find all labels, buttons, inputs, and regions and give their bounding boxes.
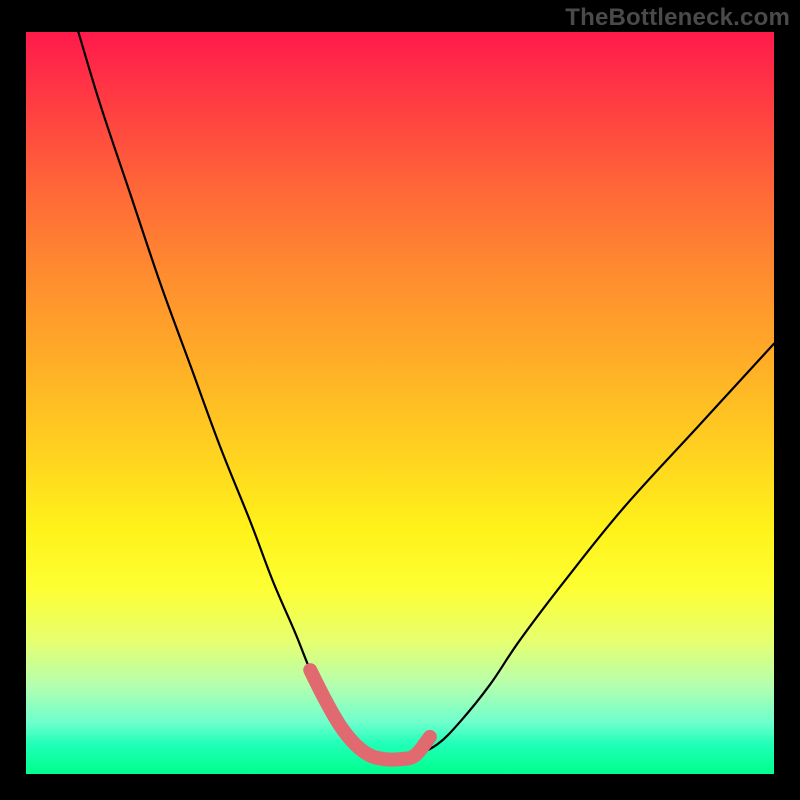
bottleneck-curve xyxy=(78,32,774,760)
chart-svg xyxy=(26,32,774,774)
watermark-text: TheBottleneck.com xyxy=(565,4,790,32)
plot-area xyxy=(26,32,774,774)
highlight-band xyxy=(310,670,430,760)
chart-frame: TheBottleneck.com xyxy=(0,0,800,800)
